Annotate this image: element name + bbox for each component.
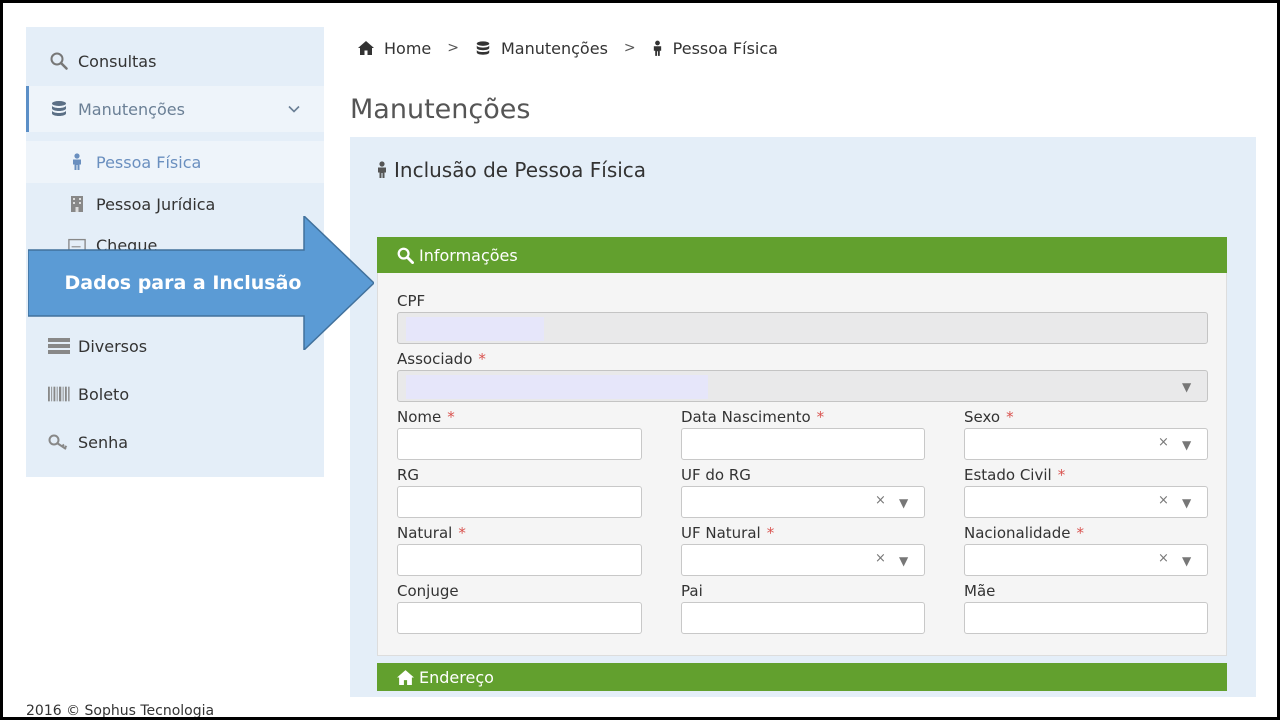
key-icon xyxy=(48,434,70,450)
clear-icon[interactable]: × xyxy=(1158,551,1169,566)
breadcrumb-label: Manutenções xyxy=(500,38,608,58)
breadcrumb-home[interactable]: Home xyxy=(358,39,431,58)
mae-field[interactable] xyxy=(964,602,1208,634)
caret-down-icon: ▼ xyxy=(1182,380,1192,394)
associado-select[interactable]: ▼ xyxy=(397,370,1208,402)
section-title: Informações xyxy=(419,245,518,265)
data-nascimento-field[interactable] xyxy=(681,428,925,460)
associado-label: Associado * xyxy=(397,350,486,368)
sidebar-item-label: Pessoa Jurídica xyxy=(96,194,216,214)
database-icon xyxy=(475,40,491,57)
associado-value-redacted xyxy=(406,375,708,399)
breadcrumb-label: Home xyxy=(384,38,432,58)
search-icon xyxy=(397,247,414,264)
search-icon xyxy=(48,52,70,70)
required-mark: * xyxy=(478,350,486,368)
sidebar-item-consultas[interactable]: Consultas xyxy=(26,39,324,83)
nome-field[interactable] xyxy=(397,428,642,460)
breadcrumb: Home > Manutenções > Pessoa Física xyxy=(358,36,778,60)
pai-label: Pai xyxy=(681,582,703,600)
rg-field[interactable] xyxy=(397,486,642,518)
sidebar-item-label: Senha xyxy=(78,432,129,452)
uf-rg-label: UF do RG xyxy=(681,466,751,484)
required-mark: * xyxy=(1057,466,1066,484)
uf-natural-label: UF Natural * xyxy=(681,524,775,542)
sidebar-item-label: Boleto xyxy=(78,384,130,404)
clear-icon[interactable]: × xyxy=(1158,435,1169,450)
sexo-label: Sexo * xyxy=(964,408,1014,426)
breadcrumb-manutencoes[interactable]: Manutenções xyxy=(475,39,608,58)
cpf-label: CPF xyxy=(397,292,426,310)
sidebar-item-label: Consultas xyxy=(78,51,157,71)
caret-down-icon: ▼ xyxy=(899,554,909,568)
home-icon xyxy=(397,669,414,685)
database-icon xyxy=(48,100,70,118)
home-icon xyxy=(358,41,374,55)
panel-title-text: Inclusão de Pessoa Física xyxy=(394,158,647,182)
clear-icon[interactable]: × xyxy=(1158,493,1169,508)
panel-title: Inclusão de Pessoa Física xyxy=(376,158,646,182)
nacionalidade-select[interactable]: × ▼ xyxy=(964,544,1208,576)
required-mark: * xyxy=(1076,524,1085,542)
footer-copyright: 2016 © Sophus Tecnologia xyxy=(26,703,215,719)
estado-civil-select[interactable]: × ▼ xyxy=(964,486,1208,518)
page-title: Manutenções xyxy=(350,94,531,125)
caret-down-icon: ▼ xyxy=(899,496,909,510)
sexo-select[interactable]: × ▼ xyxy=(964,428,1208,460)
required-mark: * xyxy=(447,408,455,426)
section-title: Endereço xyxy=(419,667,494,687)
nome-label: Nome * xyxy=(397,408,455,426)
estado-civil-label: Estado Civil * xyxy=(964,466,1066,484)
pai-field[interactable] xyxy=(681,602,925,634)
sidebar-item-pessoa-fisica[interactable]: Pessoa Física xyxy=(26,141,324,183)
sidebar-item-label: Pessoa Física xyxy=(96,152,202,172)
chevron-down-icon xyxy=(288,102,300,117)
data-nascimento-label: Data Nascimento * xyxy=(681,408,825,426)
sidebar-item-boleto[interactable]: Boleto xyxy=(26,372,324,416)
cpf-value-redacted xyxy=(406,317,544,341)
sidebar-item-manutencoes[interactable]: Manutenções xyxy=(26,86,324,132)
person-icon xyxy=(652,40,663,57)
mae-label: Mãe xyxy=(964,582,996,600)
conjuge-label: Conjuge xyxy=(397,582,459,600)
natural-field[interactable] xyxy=(397,544,642,576)
sidebar-item-label: Manutenções xyxy=(78,99,185,119)
conjuge-field[interactable] xyxy=(397,602,642,634)
clear-icon[interactable]: × xyxy=(875,493,886,508)
endereco-section-header[interactable]: Endereço xyxy=(377,663,1227,691)
callout-label: Dados para a Inclusão xyxy=(64,272,302,294)
person-icon xyxy=(376,161,388,179)
uf-natural-select[interactable]: × ▼ xyxy=(681,544,925,576)
required-mark: * xyxy=(816,408,825,426)
required-mark: * xyxy=(766,524,775,542)
caret-down-icon: ▼ xyxy=(1182,496,1192,510)
natural-label: Natural * xyxy=(397,524,466,542)
cpf-field[interactable] xyxy=(397,312,1208,344)
clear-icon[interactable]: × xyxy=(875,551,886,566)
breadcrumb-pessoa-fisica[interactable]: Pessoa Física xyxy=(652,39,778,58)
person-icon xyxy=(68,153,86,171)
uf-rg-select[interactable]: × ▼ xyxy=(681,486,925,518)
required-mark: * xyxy=(458,524,466,542)
rg-label: RG xyxy=(397,466,420,484)
nacionalidade-label: Nacionalidade * xyxy=(964,524,1085,542)
info-section-header: Informações xyxy=(377,237,1227,273)
breadcrumb-label: Pessoa Física xyxy=(672,38,778,58)
breadcrumb-separator: > xyxy=(447,40,459,56)
caret-down-icon: ▼ xyxy=(1182,438,1192,452)
sidebar-item-senha[interactable]: Senha xyxy=(26,420,324,464)
required-mark: * xyxy=(1006,408,1014,426)
barcode-icon xyxy=(48,386,70,402)
caret-down-icon: ▼ xyxy=(1182,554,1192,568)
building-icon xyxy=(68,195,86,213)
breadcrumb-separator: > xyxy=(623,40,636,56)
